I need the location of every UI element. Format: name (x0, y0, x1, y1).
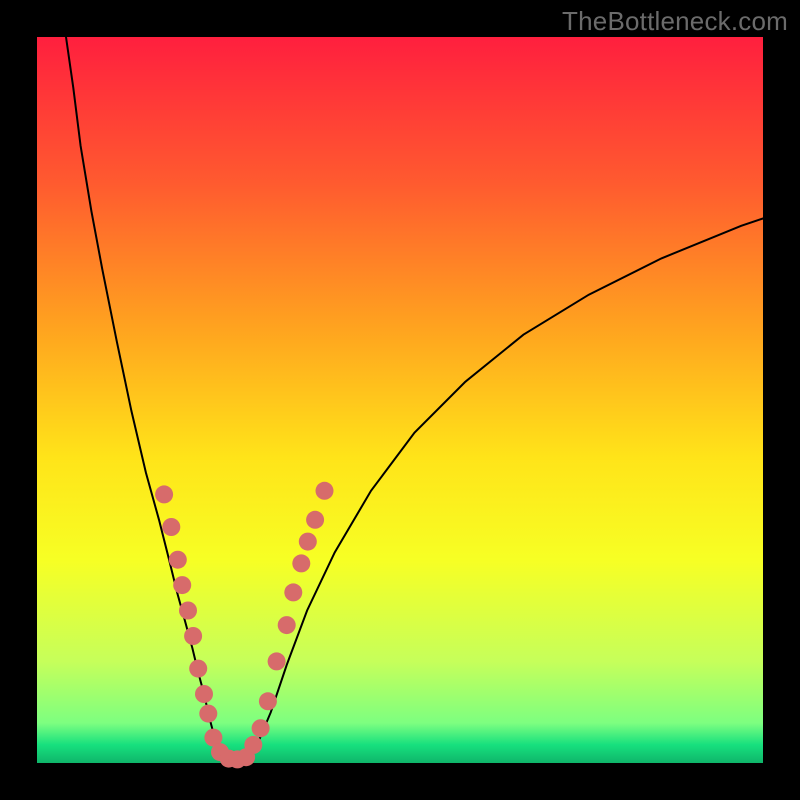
data-point (189, 660, 207, 678)
plot-background (37, 37, 763, 763)
data-point (259, 692, 277, 710)
watermark-text: TheBottleneck.com (562, 6, 788, 37)
data-point (316, 482, 334, 500)
data-point (155, 485, 173, 503)
data-point (179, 602, 197, 620)
data-point (292, 554, 310, 572)
data-point (278, 616, 296, 634)
data-point (252, 719, 270, 737)
chart-frame: TheBottleneck.com (0, 0, 800, 800)
data-point (199, 705, 217, 723)
data-point (268, 652, 286, 670)
data-point (169, 551, 187, 569)
data-point (306, 511, 324, 529)
data-point (284, 583, 302, 601)
data-point (162, 518, 180, 536)
data-point (184, 627, 202, 645)
data-point (299, 533, 317, 551)
data-point (173, 576, 191, 594)
data-point (244, 736, 262, 754)
bottleneck-chart (0, 0, 800, 800)
data-point (195, 685, 213, 703)
